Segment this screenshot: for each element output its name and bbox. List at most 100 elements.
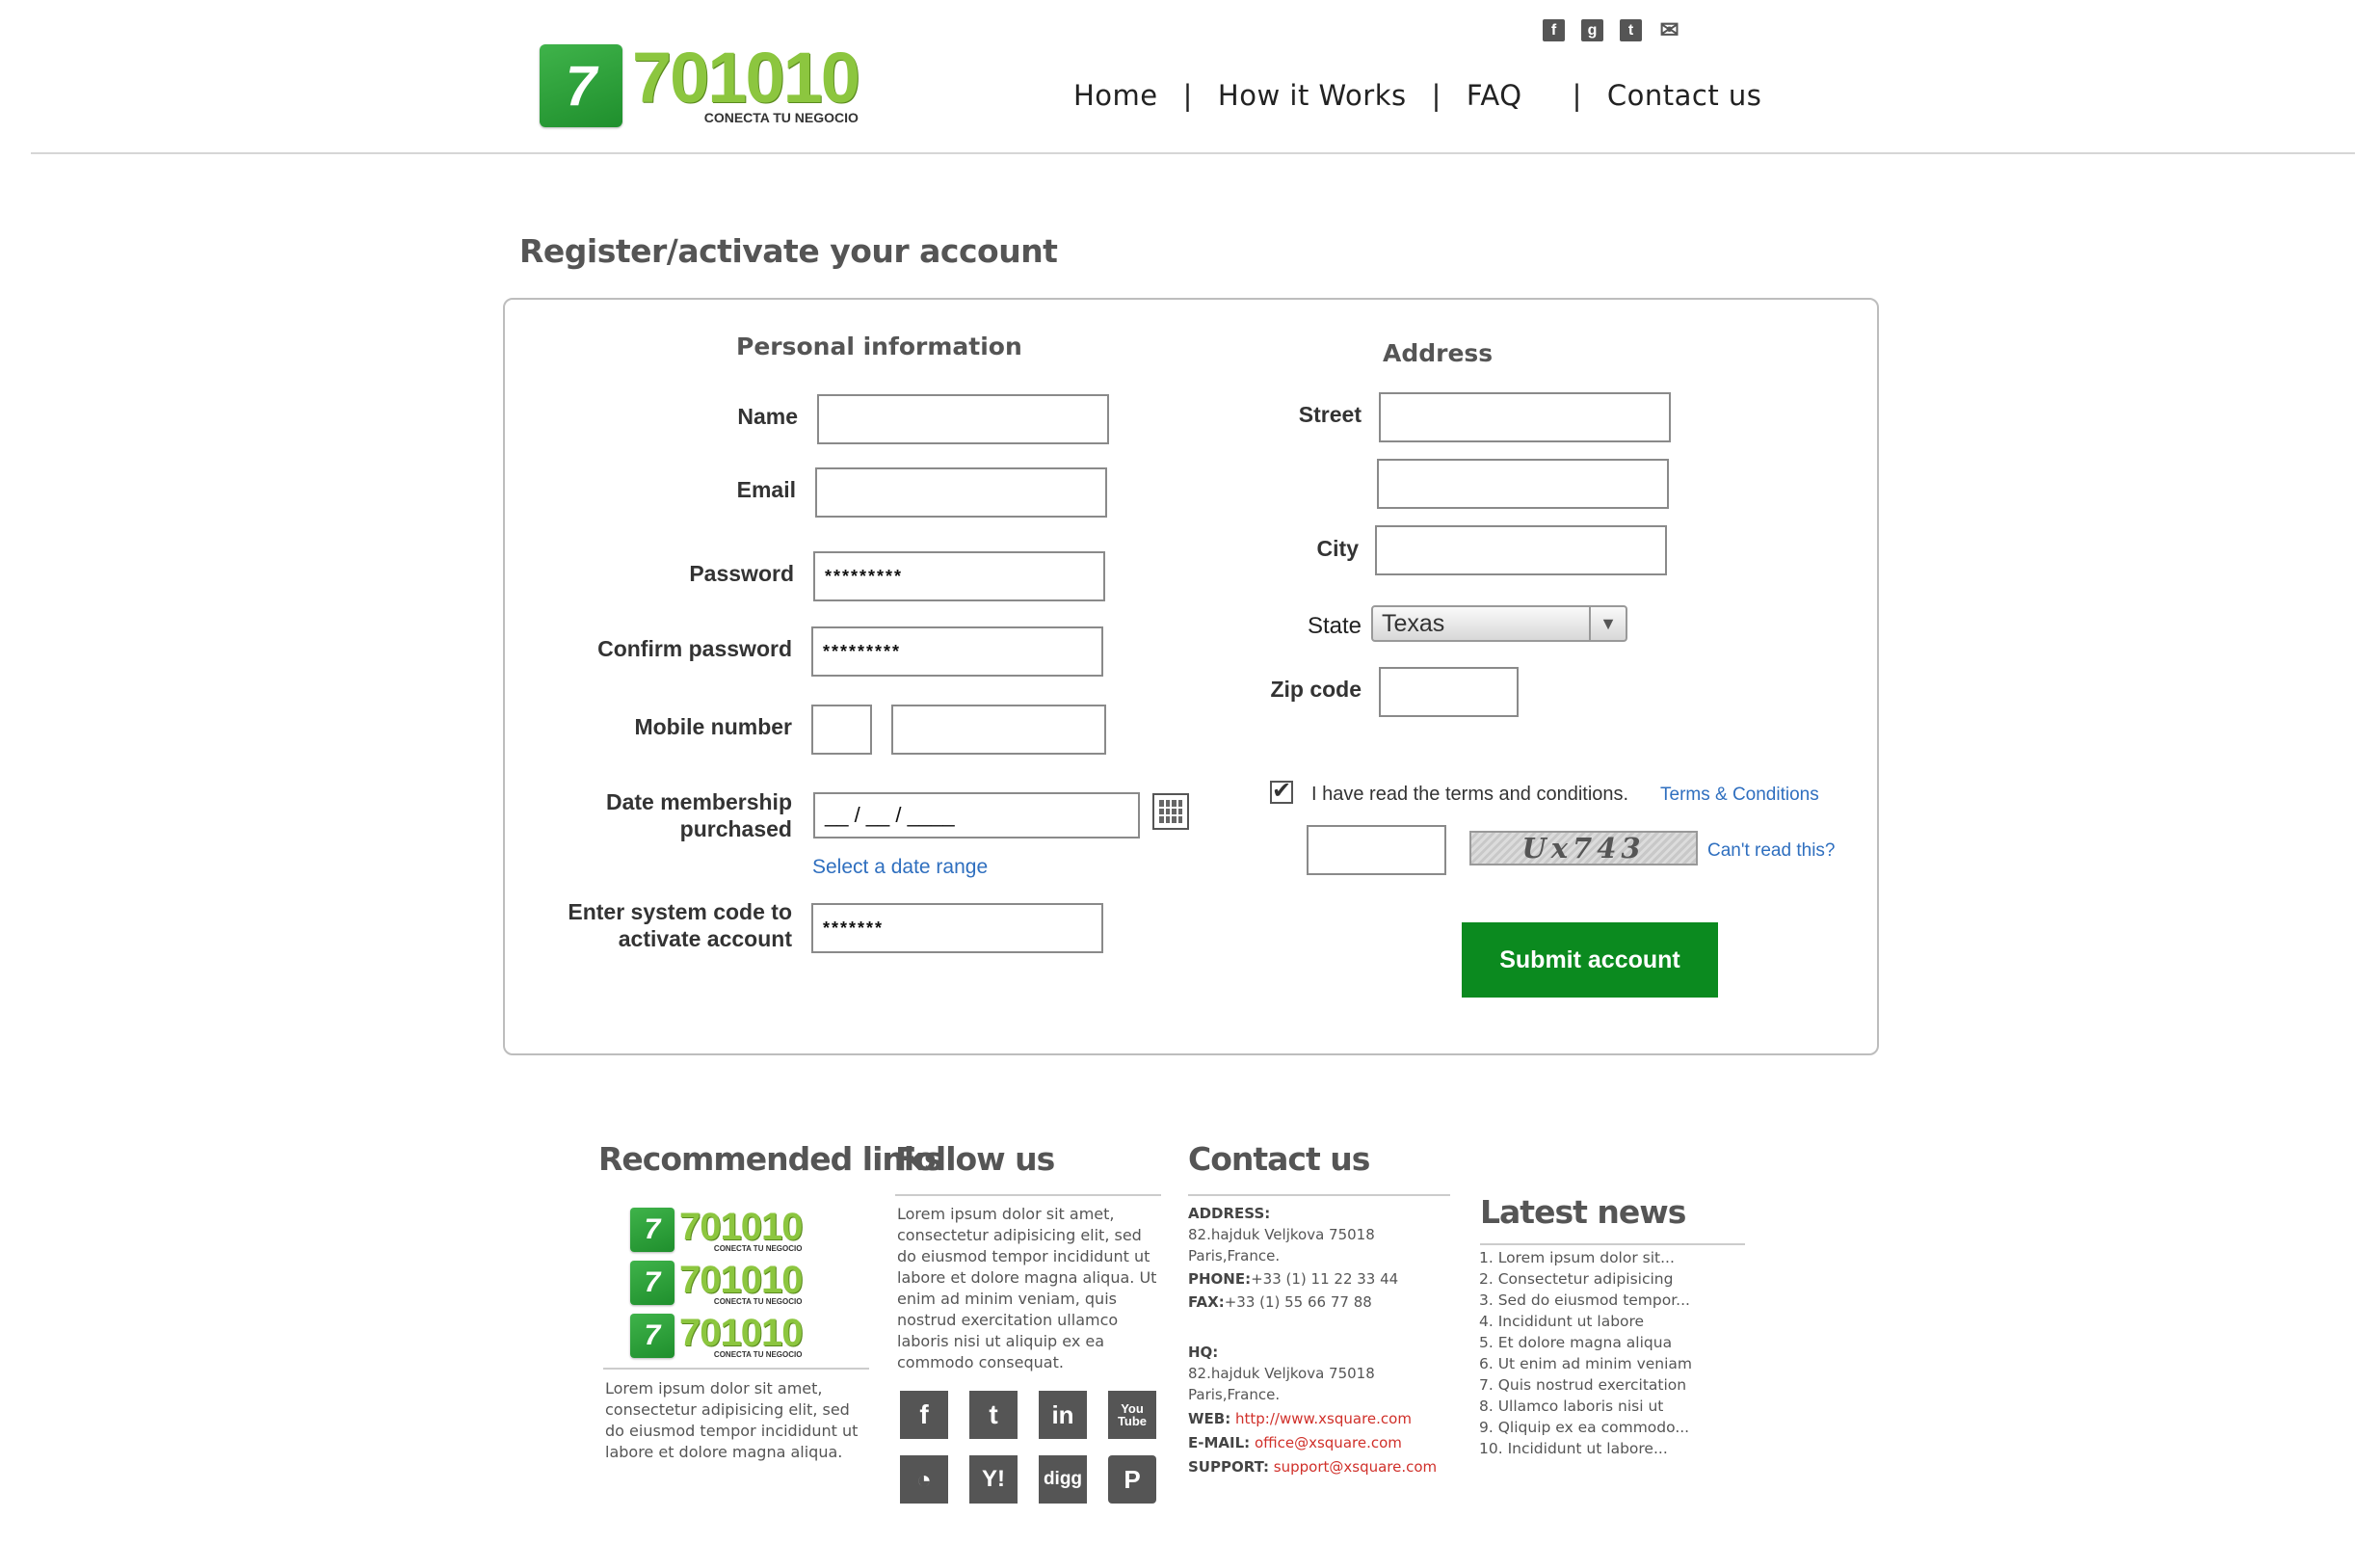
logo-mark: 7 [630, 1314, 674, 1358]
zip-code-input[interactable] [1379, 667, 1519, 717]
news-item[interactable]: 8. Ullamco laboris nisi ut [1479, 1396, 1692, 1417]
street-input-2[interactable] [1377, 459, 1669, 509]
google-plus-icon[interactable]: g [1581, 19, 1603, 41]
news-item[interactable]: 5. Et dolore magna aliqua [1479, 1332, 1692, 1353]
calendar-icon[interactable] [1152, 793, 1189, 830]
mobile-number-input[interactable] [891, 705, 1106, 755]
news-divider [1480, 1243, 1745, 1245]
latest-news-heading: Latest news [1480, 1193, 1686, 1231]
contact-us-heading: Contact us [1188, 1140, 1370, 1178]
street-label: Street [1298, 402, 1362, 427]
contact-web-link[interactable]: http://www.xsquare.com [1235, 1410, 1412, 1427]
state-select[interactable]: Texas ▼ [1371, 605, 1627, 642]
select-date-range-link[interactable]: Select a date range [812, 856, 988, 879]
contact-hq-line-2: Paris,France. [1188, 1386, 1281, 1403]
logo-number: 701010 [679, 1259, 803, 1301]
street-input-1[interactable] [1379, 392, 1671, 442]
news-item[interactable]: 4. Incididunt ut labore [1479, 1311, 1692, 1332]
date-membership-label: Date membership purchased [540, 788, 792, 842]
state-selected-value: Texas [1382, 609, 1445, 637]
name-label: Name [737, 404, 798, 429]
city-input[interactable] [1375, 525, 1667, 575]
contact-phone: PHONE:+33 (1) 11 22 33 44 [1188, 1270, 1399, 1288]
twitter-icon[interactable]: t [1620, 19, 1642, 41]
personal-info-heading: Personal information [736, 333, 1022, 360]
facebook-icon[interactable]: f [1543, 19, 1565, 41]
terms-link[interactable]: Terms & Conditions [1660, 785, 1819, 806]
twitter-icon[interactable]: t [969, 1391, 1018, 1439]
recommended-logo-3[interactable]: 7 701010 CONECTA TU NEGOCIO [630, 1314, 803, 1359]
facebook-icon[interactable]: f [900, 1391, 948, 1439]
recommended-text: Lorem ipsum dolor sit amet, consectetur … [605, 1379, 859, 1461]
date-input[interactable]: __ / __ / ____ [813, 792, 1140, 839]
nav-separator: | [1572, 79, 1582, 112]
digg-icon[interactable]: digg [1039, 1455, 1087, 1504]
logo[interactable]: 7 701010 CONECTA TU NEGOCIO [540, 38, 860, 127]
recommended-logo-1[interactable]: 7 701010 CONECTA TU NEGOCIO [630, 1206, 803, 1253]
logo-mark: 7 [630, 1261, 674, 1305]
recommended-logo-2[interactable]: 7 701010 CONECTA TU NEGOCIO [630, 1259, 803, 1306]
nav-separator: | [1182, 79, 1193, 112]
header-social-icons: f g t ✉ [1543, 17, 1680, 43]
password-input[interactable]: ********* [813, 551, 1105, 601]
system-code-input[interactable]: ******* [811, 903, 1103, 953]
header-divider [31, 152, 2355, 154]
news-item[interactable]: 2. Consectetur adipisicing [1479, 1268, 1692, 1290]
logo-tagline: CONECTA TU NEGOCIO [713, 1350, 803, 1359]
date-label-line-2: purchased [679, 816, 792, 841]
system-code-label: Enter system code to activate account [520, 898, 792, 952]
zip-code-label: Zip code [1270, 677, 1362, 702]
recommended-links-heading: Recommended links [598, 1140, 942, 1178]
contact-email: E-MAIL: office@xsquare.com [1188, 1434, 1402, 1451]
code-label-line-2: activate account [618, 926, 792, 951]
contact-address-line-1: 82.hajduk Veljkova 75018 [1188, 1226, 1375, 1243]
contact-email-link[interactable]: office@xsquare.com [1255, 1434, 1402, 1451]
confirm-password-input[interactable]: ********* [811, 626, 1103, 677]
terms-checkbox[interactable]: ✔ [1270, 780, 1293, 804]
submit-account-button[interactable]: Submit account [1462, 922, 1718, 998]
logo-seven-glyph: 7 [565, 54, 597, 118]
logo-number: 701010 [632, 38, 860, 118]
email-input[interactable] [815, 467, 1107, 518]
chevron-down-icon: ▼ [1589, 607, 1626, 640]
news-item[interactable]: 7. Quis nostrud exercitation [1479, 1374, 1692, 1396]
address-heading: Address [1383, 339, 1494, 367]
contact-support: SUPPORT: support@xsquare.com [1188, 1458, 1438, 1476]
pinterest-icon[interactable]: P [1108, 1455, 1156, 1504]
logo-number: 701010 [679, 1206, 803, 1248]
date-label-line-1: Date membership [605, 789, 792, 814]
recommended-divider [603, 1368, 869, 1370]
news-item[interactable]: 6. Ut enim ad minim veniam [1479, 1353, 1692, 1374]
news-list: 1. Lorem ipsum dolor sit... 2. Consectet… [1479, 1247, 1692, 1459]
news-item[interactable]: 10. Incididunt ut labore... [1479, 1438, 1692, 1459]
nav-home[interactable]: Home [1073, 79, 1158, 112]
nav-faq[interactable]: FAQ [1467, 79, 1522, 112]
terms-text: I have read the terms and conditions. [1311, 784, 1629, 805]
mobile-label: Mobile number [634, 714, 792, 739]
logo-tagline: CONECTA TU NEGOCIO [713, 1244, 803, 1253]
cant-read-link[interactable]: Can't read this? [1707, 840, 1835, 862]
news-item[interactable]: 3. Sed do eiusmod tempor... [1479, 1290, 1692, 1311]
captcha-image: Ux743 [1469, 831, 1698, 865]
mobile-prefix-input[interactable] [811, 705, 872, 755]
logo-mark: 7 [540, 44, 622, 127]
email-label: Email [736, 477, 796, 502]
yahoo-icon[interactable]: Y! [969, 1455, 1018, 1504]
nav-how-it-works[interactable]: How it Works [1218, 79, 1407, 112]
captcha-input[interactable] [1307, 825, 1446, 875]
contact-support-link[interactable]: support@xsquare.com [1274, 1458, 1437, 1476]
rss-icon[interactable]: ◔ [900, 1455, 948, 1504]
news-item[interactable]: 1. Lorem ipsum dolor sit... [1479, 1247, 1692, 1268]
logo-tagline: CONECTA TU NEGOCIO [703, 110, 859, 125]
follow-divider [895, 1194, 1161, 1196]
linkedin-icon[interactable]: in [1039, 1391, 1087, 1439]
youtube-icon[interactable]: You Tube [1108, 1391, 1156, 1439]
code-label-line-1: Enter system code to [568, 899, 792, 924]
contact-address-line-2: Paris,France. [1188, 1247, 1281, 1264]
name-input[interactable] [817, 394, 1109, 444]
mail-icon[interactable]: ✉ [1658, 17, 1680, 43]
state-label: State [1307, 613, 1362, 639]
page-title: Register/activate your account [519, 232, 1058, 270]
news-item[interactable]: 9. Qliquip ex ea commodo... [1479, 1417, 1692, 1438]
nav-contact-us[interactable]: Contact us [1607, 79, 1762, 112]
